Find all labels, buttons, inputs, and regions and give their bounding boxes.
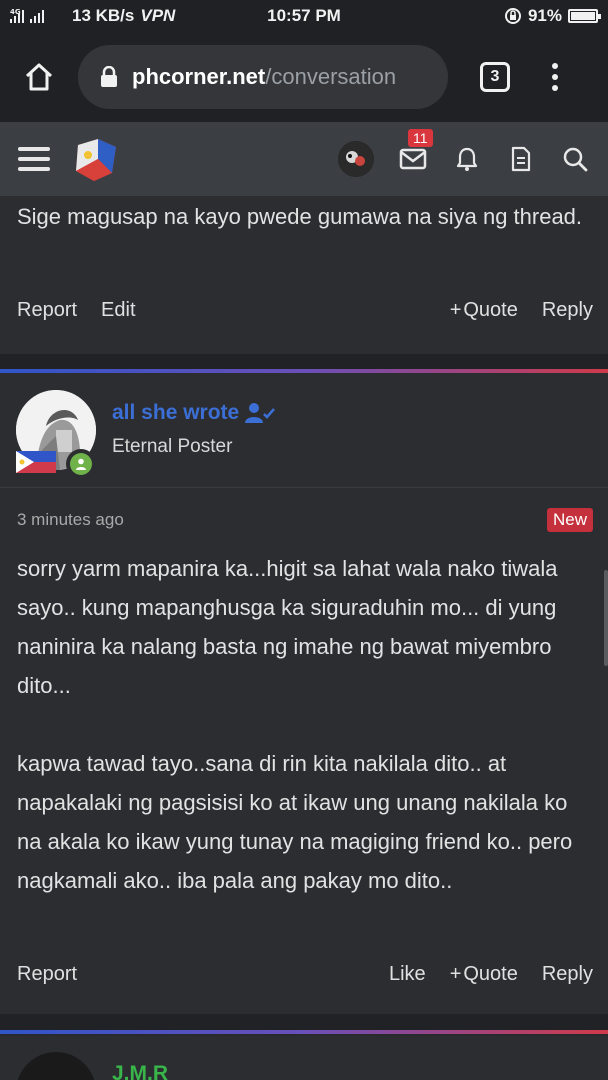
- battery-percent: 91%: [527, 6, 562, 25]
- previous-message-actions: Report Edit + Quote Reply: [17, 299, 593, 322]
- inbox-icon: [399, 148, 427, 170]
- author-name[interactable]: all she wrote: [112, 401, 276, 425]
- previous-message-text: Sige magusap na kayo pwede gumawa na siy…: [17, 204, 583, 229]
- like-link[interactable]: Like: [389, 963, 426, 986]
- quote-label: Quote: [463, 299, 518, 321]
- status-bar: 4G 13 KB/s VPN 10:57 PM 91%: [0, 0, 608, 32]
- battery-icon: [568, 9, 601, 23]
- browser-toolbar: phcorner.net/conversation 3: [0, 32, 608, 122]
- site-logo[interactable]: [72, 135, 120, 183]
- battery-fill: [571, 12, 595, 20]
- menu-icon[interactable]: [552, 63, 558, 91]
- quote-link[interactable]: + Quote: [450, 963, 518, 986]
- home-button[interactable]: [14, 52, 64, 102]
- previous-message: Sige magusap na kayo pwede gumawa na siy…: [0, 196, 608, 354]
- notification-badge: 11: [408, 129, 433, 147]
- next-author-avatar[interactable]: [16, 1052, 96, 1080]
- message-separator: [0, 1014, 608, 1030]
- edit-link[interactable]: Edit: [101, 299, 135, 322]
- url-path: /conversation: [265, 64, 397, 89]
- message-post: 3 minutes ago New sorry yarm mapanira ka…: [0, 487, 608, 1014]
- avatar[interactable]: [338, 141, 374, 177]
- gradient-divider: [0, 1030, 608, 1034]
- new-posts-button[interactable]: [506, 144, 536, 174]
- search-icon: [563, 147, 588, 172]
- online-status-icon: [66, 449, 96, 479]
- bell-icon: [456, 147, 478, 171]
- site-header: 11: [0, 122, 608, 196]
- verified-user-icon: [245, 403, 276, 423]
- data-saver-icon: [504, 8, 521, 24]
- message-paragraph: kapwa tawad tayo..sana di rin kita nakil…: [17, 751, 573, 893]
- report-link[interactable]: Report: [17, 299, 77, 322]
- url-host: phcorner.net: [132, 64, 266, 89]
- author-title: Eternal Poster: [112, 436, 233, 457]
- signal-icon: 4G: [10, 8, 44, 23]
- next-author-name[interactable]: J.M.R: [112, 1062, 168, 1080]
- status-right: 91%: [504, 6, 601, 26]
- status-left: 4G 13 KB/s VPN: [10, 6, 504, 26]
- quote-link[interactable]: + Quote: [450, 299, 518, 322]
- tab-switcher-button[interactable]: 3: [480, 62, 510, 92]
- author-name-text: all she wrote: [112, 401, 240, 424]
- quote-label: Quote: [463, 963, 518, 985]
- message-paragraph: sorry yarm mapanira ka...higit sa lahat …: [17, 556, 558, 698]
- message-author-block: all she wrote Eternal Poster: [0, 373, 608, 487]
- search-button[interactable]: [560, 144, 590, 174]
- scrollbar[interactable]: [604, 570, 608, 666]
- network-speed: 13 KB/s: [72, 6, 135, 25]
- reply-link[interactable]: Reply: [542, 963, 593, 986]
- next-message-author-block: J.M.R: [0, 1036, 608, 1080]
- report-link[interactable]: Report: [17, 963, 77, 986]
- message-actions: Report Like + Quote Reply: [17, 963, 593, 986]
- new-badge: New: [546, 508, 593, 532]
- reply-link[interactable]: Reply: [542, 299, 593, 322]
- alerts-button[interactable]: [452, 144, 482, 174]
- inbox-button[interactable]: 11: [398, 129, 433, 174]
- lock-icon: [101, 66, 117, 87]
- country-flag: [16, 451, 56, 473]
- document-icon: [511, 146, 531, 172]
- vpn-indicator: VPN: [140, 6, 176, 25]
- home-icon: [25, 63, 53, 91]
- message-body: sorry yarm mapanira ka...higit sa lahat …: [0, 548, 595, 900]
- hamburger-icon[interactable]: [18, 147, 50, 171]
- message-time[interactable]: 3 minutes ago: [17, 510, 124, 530]
- message-separator: [0, 354, 608, 369]
- address-bar[interactable]: phcorner.net/conversation: [78, 45, 448, 109]
- header-icons: 11: [338, 129, 590, 177]
